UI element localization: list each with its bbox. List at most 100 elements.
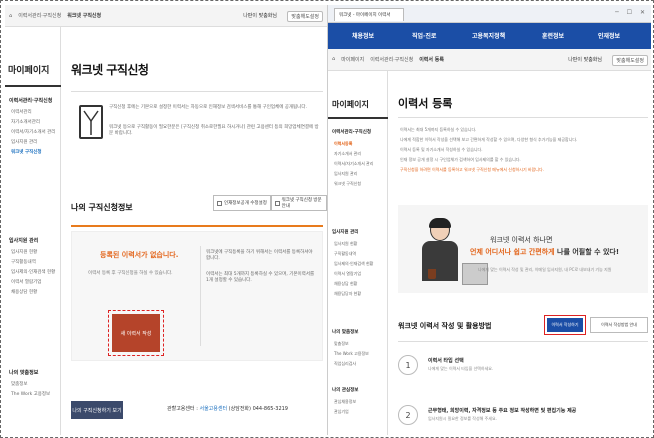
- sidebar-item[interactable]: 이력서 열람기업: [334, 271, 361, 277]
- write-resume-button[interactable]: 이력서 작성하기: [547, 318, 583, 332]
- sidebar-item[interactable]: 관심채용정보: [334, 399, 356, 405]
- divider: [71, 225, 323, 227]
- promo-highlight: 언제 어디서나 쉽고 간편하게: [470, 248, 555, 256]
- employment-center-info: 관할고용센터 : 서울고용센터 (상담전화) 044-865-3219: [167, 405, 288, 412]
- sidebar-item-resume[interactable]: 이력서관리: [11, 109, 32, 115]
- nav-item[interactable]: 훈련정보: [542, 31, 564, 40]
- promo-line2: 언제 어디서나 쉽고 간편하게 나를 어필할 수 있다!: [470, 247, 619, 257]
- notice-item: 나에게 적합한 이력서 작성을 선택해 보고 간편하게 작성할 수 있으며, 다…: [400, 137, 578, 142]
- sidebar-section-applications[interactable]: 입사지원 관리: [332, 229, 358, 235]
- highlight-box: 새 이력서 작성: [108, 310, 164, 356]
- notice-item-highlight: 구직신청을 하려면 이력서를 등록하고 워크넷 구직신청 메뉴에서 신청하시기 …: [400, 167, 544, 172]
- left-sidebar: 마이페이지 이력서관리·구직신청 이력서관리 자기소개서관리 이력서/자기소개서…: [5, 27, 61, 435]
- user-name: 나판이 맞춤화님: [243, 13, 277, 19]
- resume-guide-button[interactable]: 이력서 작성방법 안내: [590, 317, 648, 333]
- divider: [328, 117, 388, 119]
- breadcrumb-current: 워크넷 구직신청: [67, 13, 102, 19]
- sidebar-item-job-application[interactable]: 워크넷 구직신청: [11, 149, 42, 155]
- sidebar-item[interactable]: 관심기업: [334, 409, 349, 415]
- browser-tab[interactable]: 워크넷 - 마이페이지 이력서: [334, 8, 404, 21]
- view-application-button[interactable]: 나의 구직신청하기 보기: [71, 401, 123, 419]
- sidebar-section-custom[interactable]: 나의 맞춤정보: [9, 369, 38, 376]
- application-status-box: 등록된 이력서가 없습니다. 이력서 등록 후 구직신청을 하실 수 있습니다.…: [71, 231, 323, 361]
- sidebar-item-docs[interactable]: 이력서/자기소개서 관리: [11, 129, 55, 135]
- nav-item[interactable]: 인재정보: [598, 31, 620, 40]
- public-setting-button[interactable]: 인재정보공개 수정설정: [213, 195, 271, 211]
- section-title: 나의 구직신청정보: [71, 203, 133, 212]
- sidebar-item[interactable]: 워크넷 구직신청: [334, 181, 361, 187]
- sidebar-item[interactable]: 직업심리검사: [334, 361, 356, 367]
- divider: [398, 117, 648, 118]
- sidebar-item[interactable]: 채용상담 현황: [334, 281, 357, 287]
- sidebar-item[interactable]: 이력서 열람기업: [11, 279, 41, 285]
- left-main-content: 워크넷 구직신청 구직신청 후에는 기본으로 설정한 이력서는 자동으로 인재정…: [67, 27, 327, 435]
- visit-guide-button-label: 워크넷 구직신청 방문안내: [281, 198, 322, 209]
- right-panel-resume-registration: 워크넷 - 마이페이지 이력서 ─ ☐ ✕ 채용정보 직업·진로 고용복지정책 …: [327, 5, 651, 435]
- sidebar-item-cover-letter[interactable]: 자기소개서관리: [11, 119, 40, 125]
- sidebar-item[interactable]: 채용상담 현황: [11, 289, 37, 295]
- sidebar-item[interactable]: 입사지원 현황: [334, 241, 357, 247]
- center-label: 관할고용센터 :: [167, 406, 198, 412]
- empty-note: 이력서 등록 후 구직신청을 하실 수 있습니다.: [88, 271, 173, 276]
- info-box: 구직신청 후에는 기본으로 설정한 이력서는 자동으로 인재정보 검색서비스를 …: [71, 99, 323, 163]
- sidebar-item[interactable]: The Work 고용정보: [11, 391, 50, 397]
- sidebar-section-interests[interactable]: 나의 관심정보: [332, 387, 358, 393]
- notice-list: 이력서는 최대 5개까지 등록하실 수 있습니다. 나에게 적합한 이력서 작성…: [400, 125, 646, 175]
- divider: [200, 246, 201, 346]
- sidebar-section-resume[interactable]: 이력서관리·구직신청: [9, 97, 52, 104]
- sidebar-title: 마이페이지: [332, 100, 369, 109]
- checkbox-icon: [275, 200, 280, 206]
- sidebar-item[interactable]: 구직활동내역: [11, 259, 36, 265]
- breadcrumb-item[interactable]: 이력서관리·구직신청: [18, 12, 61, 19]
- window-controls[interactable]: ─ ☐ ✕: [615, 9, 648, 16]
- user-name: 나판이 맞춤화님: [568, 57, 602, 63]
- nav-item[interactable]: 고용복지정책: [472, 31, 505, 40]
- settings-button[interactable]: 맞춤해도설정: [612, 55, 648, 66]
- sidebar-item[interactable]: 채용담당자 현황: [334, 291, 361, 297]
- promo-line2-rest: 나를 어필할 수 있다!: [554, 248, 620, 256]
- coffee-cup-icon: [428, 269, 436, 279]
- promo-line1: 워크넷 이력서 하나면: [490, 236, 553, 244]
- highlight-box: 이력서 작성하기: [544, 315, 586, 335]
- notice-item: 인재 정보 공개 설정 시 구인업체가 검색하여 입사제의를 할 수 있습니다.: [400, 157, 521, 162]
- step-title: 이력서 타입 선택: [428, 358, 464, 364]
- right-sidebar: 마이페이지 이력서관리·구직신청 이력서등록 자기소개서 관리 이력서/자기소개…: [328, 71, 388, 435]
- sidebar-item[interactable]: 맞춤정보: [11, 381, 28, 387]
- breadcrumb-item[interactable]: 이력서관리·구직신청: [370, 56, 413, 63]
- breadcrumb-current: 이력서 등록: [419, 57, 444, 63]
- sidebar-item[interactable]: 자기소개서 관리: [334, 151, 361, 157]
- home-icon[interactable]: ⌂: [332, 56, 335, 63]
- sidebar-item[interactable]: The Work 고용정보: [334, 351, 369, 357]
- center-phone: (상담전화) 044-865-3219: [228, 406, 288, 412]
- left-panel-job-application: ⌂ 이력서관리·구직신청 워크넷 구직신청 나판이 맞춤화님 맞춤해도설정 마이…: [5, 5, 327, 435]
- sidebar-item-applications[interactable]: 입사지원 관리: [11, 139, 37, 145]
- sidebar-item[interactable]: 입사지원 관리: [334, 171, 357, 177]
- left-top-bar: ⌂ 이력서관리·구직신청 워크넷 구직신청 나판이 맞춤화님 맞춤해도설정: [5, 5, 327, 27]
- center-link[interactable]: 서울고용센터: [199, 406, 227, 412]
- sidebar-section-resume[interactable]: 이력서관리·구직신청: [332, 129, 371, 135]
- page-title: 워크넷 구직신청: [71, 63, 149, 77]
- sidebar-item[interactable]: 이력서/자기소개서 관리: [334, 161, 373, 167]
- sidebar-section-custom[interactable]: 나의 맞춤정보: [332, 329, 358, 335]
- divider: [71, 91, 323, 92]
- person-hair: [429, 218, 451, 228]
- sidebar-item[interactable]: 구직활동내역: [334, 251, 356, 257]
- sidebar-item[interactable]: 입사제의·인재검색 현황: [11, 269, 55, 275]
- sidebar-item[interactable]: 맞춤정보: [334, 341, 349, 347]
- settings-button[interactable]: 맞춤해도설정: [287, 11, 323, 22]
- nav-item[interactable]: 채용정보: [352, 31, 374, 40]
- nav-item[interactable]: 직업·진로: [412, 31, 436, 40]
- sidebar-section-applications[interactable]: 입사지원 관리: [9, 237, 38, 244]
- visit-guide-button[interactable]: 워크넷 구직신청 방문안내: [271, 195, 327, 211]
- step-number: 1: [398, 355, 418, 375]
- page-title: 이력서 등록: [398, 97, 453, 110]
- sidebar-item[interactable]: 입사제의·인재검색 현황: [334, 261, 373, 267]
- home-icon[interactable]: ⌂: [9, 13, 12, 19]
- notice-item: 이력서 등록 및 자기소개서 작성하실 수 있습니다.: [400, 147, 483, 152]
- breadcrumb-item[interactable]: 마이페이지: [341, 56, 364, 63]
- sidebar-item[interactable]: 입사지원 현황: [11, 249, 37, 255]
- document-icon: [79, 105, 103, 139]
- browser-tab-bar: 워크넷 - 마이페이지 이력서 ─ ☐ ✕: [328, 5, 651, 23]
- sidebar-item-resume-register[interactable]: 이력서등록: [334, 141, 352, 147]
- new-resume-button[interactable]: 새 이력서 작성: [112, 314, 160, 352]
